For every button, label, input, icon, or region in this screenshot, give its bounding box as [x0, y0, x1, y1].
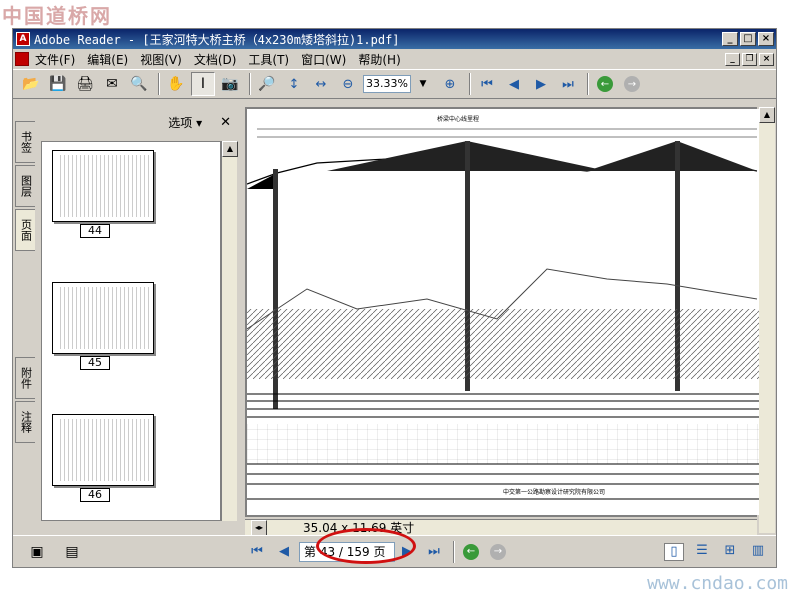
- status-first-page-icon[interactable]: ⏮: [245, 540, 269, 564]
- close-button[interactable]: ×: [758, 32, 774, 46]
- scroll-up-icon[interactable]: ▲: [222, 141, 238, 157]
- menu-tools[interactable]: 工具(T): [248, 51, 289, 68]
- scroll-left-icon[interactable]: ◂▸: [251, 519, 267, 536]
- menu-help[interactable]: 帮助(H): [358, 51, 400, 68]
- pane-toggle-icon[interactable]: ▣: [25, 540, 49, 564]
- page-indicator-highlight: [316, 528, 416, 564]
- zoom-input[interactable]: 33.33%: [363, 75, 411, 93]
- toolbar-separator: [249, 73, 251, 95]
- tab-bookmarks[interactable]: 书签: [15, 121, 35, 163]
- next-page-icon[interactable]: ▶: [529, 72, 553, 96]
- status-prev-page-icon[interactable]: ◀: [272, 540, 296, 564]
- document-menu-icon[interactable]: [15, 52, 29, 66]
- zoom-in-icon[interactable]: ⊕: [438, 72, 462, 96]
- close-icon[interactable]: ✕: [220, 115, 231, 130]
- menu-document[interactable]: 文档(D): [194, 51, 237, 68]
- hand-icon[interactable]: ✋: [164, 72, 188, 96]
- thumbnail-preview: [57, 419, 149, 481]
- scroll-up-icon[interactable]: ▲: [759, 107, 775, 123]
- pages-panel: 选项 ▾ ✕ 44 45 46 ▲: [37, 107, 241, 543]
- watermark-bottom: www.cndao.com: [647, 573, 788, 594]
- email-icon[interactable]: ✉: [100, 72, 124, 96]
- continuous-icon[interactable]: ☰: [692, 543, 712, 561]
- facing-icon[interactable]: ⊞: [720, 543, 740, 561]
- last-page-icon[interactable]: ⏭: [556, 72, 580, 96]
- minimize-button[interactable]: _: [722, 32, 738, 46]
- fit-width-icon[interactable]: ↔: [309, 72, 333, 96]
- zoom-in-tool-icon[interactable]: 🔎: [255, 72, 279, 96]
- open-icon[interactable]: 📂: [19, 72, 43, 96]
- first-page-icon[interactable]: ⏮: [475, 72, 499, 96]
- options-menu[interactable]: 选项 ▾: [168, 114, 202, 131]
- thumbnail-preview: [57, 155, 149, 217]
- toolbar-separator: [158, 73, 160, 95]
- menu-file[interactable]: 文件(F): [35, 51, 75, 68]
- prev-page-icon[interactable]: ◀: [502, 72, 526, 96]
- document-scrollbar[interactable]: ▲: [759, 107, 775, 533]
- thumbnail-label: 46: [80, 488, 110, 502]
- status-back-icon[interactable]: ←: [459, 540, 483, 564]
- reader-window: A Adobe Reader - [王家河特大桥主桥（4x230m矮塔斜拉)1.…: [12, 28, 777, 568]
- tab-layers[interactable]: 图层: [15, 165, 35, 207]
- menu-edit[interactable]: 编辑(E): [87, 51, 128, 68]
- panel-scrollbar[interactable]: ▲: [221, 141, 238, 521]
- title-bar: A Adobe Reader - [王家河特大桥主桥（4x230m矮塔斜拉)1.…: [13, 29, 776, 49]
- horizontal-scrollbar[interactable]: ◂▸ 35.04 x 11.69 英寸: [245, 519, 757, 536]
- drawing-title: 桥梁中心线里程: [437, 115, 479, 123]
- page-thumbnail[interactable]: [52, 282, 154, 354]
- toolbar: 📂 💾 🖨 ✉ 🔍 ✋ I 📷 🔎 ↕ ↔ ⊖ 33.33% ▼ ⊕ ⏮ ◀ ▶…: [13, 69, 776, 99]
- options-label: 选项: [168, 115, 193, 130]
- statusbar-separator: [453, 540, 455, 563]
- single-page-icon[interactable]: ▯: [664, 542, 684, 561]
- document-view: 桥梁中心线里程 中交第一公路勘察设计研究院有限公司: [245, 107, 759, 517]
- continuous-facing-icon[interactable]: ▥: [748, 543, 768, 561]
- menu-view[interactable]: 视图(V): [140, 51, 182, 68]
- bridge-drawing: 桥梁中心线里程 中交第一公路勘察设计研究院有限公司: [247, 115, 759, 500]
- menu-window[interactable]: 窗口(W): [301, 51, 346, 68]
- toolbar-separator: [587, 73, 589, 95]
- thumbnail-label: 44: [80, 224, 110, 238]
- drawing-company: 中交第一公路勘察设计研究院有限公司: [503, 488, 605, 496]
- zoom-dropdown-icon[interactable]: ▼: [411, 72, 435, 96]
- save-icon[interactable]: 💾: [46, 72, 70, 96]
- thumbnail-label: 45: [80, 356, 110, 370]
- menu-bar: 文件(F) 编辑(E) 视图(V) 文档(D) 工具(T) 窗口(W) 帮助(H…: [13, 49, 776, 69]
- pdf-page[interactable]: 桥梁中心线里程 中交第一公路勘察设计研究院有限公司: [247, 109, 759, 515]
- search-icon[interactable]: 🔍: [127, 72, 151, 96]
- page-thumbnail[interactable]: [52, 414, 154, 486]
- watermark-top: 中国道桥网: [2, 4, 112, 28]
- print-icon[interactable]: 🖨: [73, 72, 97, 96]
- zoom-out-icon[interactable]: ⊖: [336, 72, 360, 96]
- window-title: Adobe Reader - [王家河特大桥主桥（4x230m矮塔斜拉)1.pd…: [34, 32, 400, 47]
- forward-icon[interactable]: →: [620, 72, 644, 96]
- thumbnail-preview: [57, 287, 149, 349]
- adobe-reader-icon: A: [16, 32, 30, 46]
- fit-page-icon[interactable]: ↕: [282, 72, 306, 96]
- status-forward-icon[interactable]: →: [486, 540, 510, 564]
- snapshot-icon[interactable]: 📷: [218, 72, 242, 96]
- doc-close-button[interactable]: ×: [759, 52, 774, 66]
- doc-minimize-button[interactable]: _: [725, 52, 740, 66]
- status-last-page-icon[interactable]: ⏭: [422, 540, 446, 564]
- back-icon[interactable]: ←: [593, 72, 617, 96]
- panel-header: 选项 ▾ ✕: [37, 107, 241, 137]
- select-text-icon[interactable]: I: [191, 72, 215, 96]
- maximize-button[interactable]: □: [740, 32, 756, 46]
- page-thumbnail[interactable]: [52, 150, 154, 222]
- side-tabs: 书签 图层 页面 附件 注释: [15, 121, 35, 543]
- thumbnail-list: 44 45 46: [41, 141, 221, 521]
- tab-attachments[interactable]: 附件: [15, 357, 35, 399]
- toolbar-separator: [469, 73, 471, 95]
- tab-pages[interactable]: 页面: [15, 209, 35, 251]
- page-panel-icon[interactable]: ▤: [60, 540, 84, 564]
- doc-restore-button[interactable]: ❐: [742, 52, 757, 66]
- tab-comments[interactable]: 注释: [15, 401, 35, 443]
